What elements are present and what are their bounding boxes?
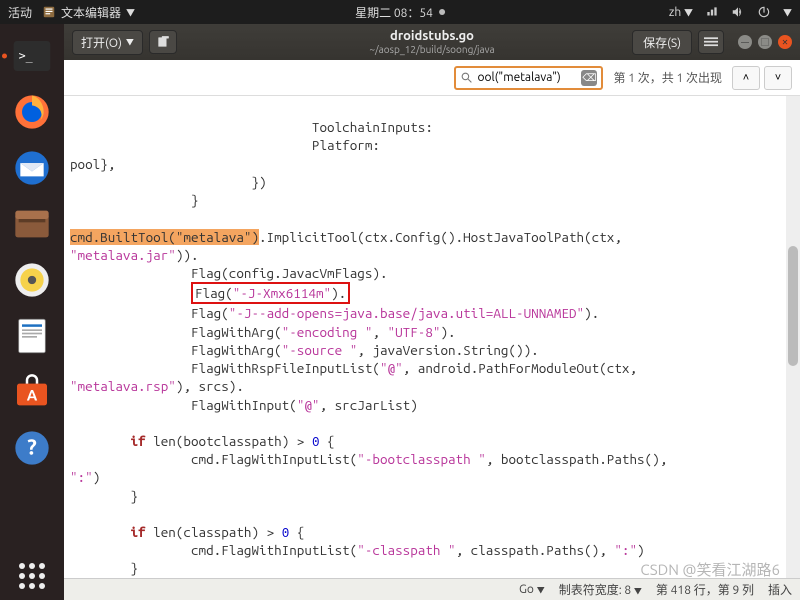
dock-show-apps[interactable]	[8, 552, 56, 600]
ubuntu-dock: >_ A ?	[0, 24, 64, 600]
open-button[interactable]: 打开(O) ▼	[72, 30, 143, 55]
input-method-indicator[interactable]: zh ▼	[669, 6, 693, 19]
dock-libreoffice-writer[interactable]	[8, 312, 56, 360]
dock-firefox[interactable]	[8, 88, 56, 136]
search-match-highlight: cmd.BuiltTool("metalava")	[70, 229, 259, 245]
source-view[interactable]: ToolchainInputs: Platform: pool}, }) } c…	[64, 96, 800, 578]
headerbar: 打开(O) ▼ droidstubs.go ~/aosp_12/build/so…	[64, 24, 800, 60]
svg-text:?: ?	[27, 436, 37, 460]
dock-files[interactable]	[8, 200, 56, 248]
chevron-down-icon: ▼	[783, 6, 792, 19]
svg-text:A: A	[27, 386, 38, 403]
search-match-info: 第 1 次，共 1 次出现	[613, 69, 722, 86]
power-icon[interactable]	[757, 5, 771, 19]
editor-scrollbar[interactable]	[786, 96, 800, 578]
app-menu[interactable]: 文本编辑器 ▼	[42, 4, 135, 21]
tab-width-selector[interactable]: 制表符宽度: 8 ▼	[559, 581, 642, 598]
chevron-down-icon: ▼	[126, 6, 135, 19]
search-input[interactable]	[477, 71, 577, 84]
language-selector[interactable]: Go ▼	[519, 583, 545, 596]
filepath-label: ~/aosp_12/build/soong/java	[369, 44, 494, 55]
activities-button[interactable]: 活动	[8, 4, 32, 21]
filename-label: droidstubs.go	[369, 29, 494, 43]
new-tab-button[interactable]	[149, 30, 177, 54]
dock-rhythmbox[interactable]	[8, 256, 56, 304]
text-editor-icon	[42, 5, 56, 19]
find-next-button[interactable]: ˅	[764, 66, 792, 90]
gnome-topbar: 活动 文本编辑器 ▼ 星期二 08：54 zh ▼ ▼	[0, 0, 800, 24]
dock-help[interactable]: ?	[8, 424, 56, 472]
dock-thunderbird[interactable]	[8, 144, 56, 192]
scrollbar-thumb[interactable]	[788, 246, 798, 366]
notification-dot-icon	[439, 9, 445, 15]
highlighted-flag-line: Flag("-J-Xmx6114m").	[191, 282, 350, 304]
maximize-button[interactable]: ▢	[758, 35, 772, 49]
clock[interactable]: 星期二 08：54	[355, 4, 433, 21]
close-button[interactable]: ✕	[778, 35, 792, 49]
clear-search-button[interactable]: ⌫	[581, 70, 597, 86]
hamburger-menu-button[interactable]	[698, 30, 724, 54]
gedit-window: 打开(O) ▼ droidstubs.go ~/aosp_12/build/so…	[64, 24, 800, 600]
minimize-button[interactable]: —	[738, 35, 752, 49]
dock-software[interactable]: A	[8, 368, 56, 416]
search-icon	[460, 71, 473, 84]
dock-terminal[interactable]: >_	[8, 32, 56, 80]
window-title: droidstubs.go ~/aosp_12/build/soong/java	[369, 29, 494, 54]
find-bar: ⌫ 第 1 次，共 1 次出现 ˄ ˅	[64, 60, 800, 96]
svg-text:>_: >_	[19, 48, 34, 62]
status-bar: Go ▼ 制表符宽度: 8 ▼ 第 418 行，第 9 列 插入	[64, 578, 800, 600]
find-prev-button[interactable]: ˄	[732, 66, 760, 90]
insert-mode: 插入	[768, 581, 792, 598]
network-icon[interactable]	[705, 5, 719, 19]
cursor-position: 第 418 行，第 9 列	[656, 581, 754, 598]
search-input-wrapper[interactable]: ⌫	[454, 66, 603, 90]
save-button[interactable]: 保存(S)	[632, 30, 692, 55]
volume-icon[interactable]	[731, 5, 745, 19]
